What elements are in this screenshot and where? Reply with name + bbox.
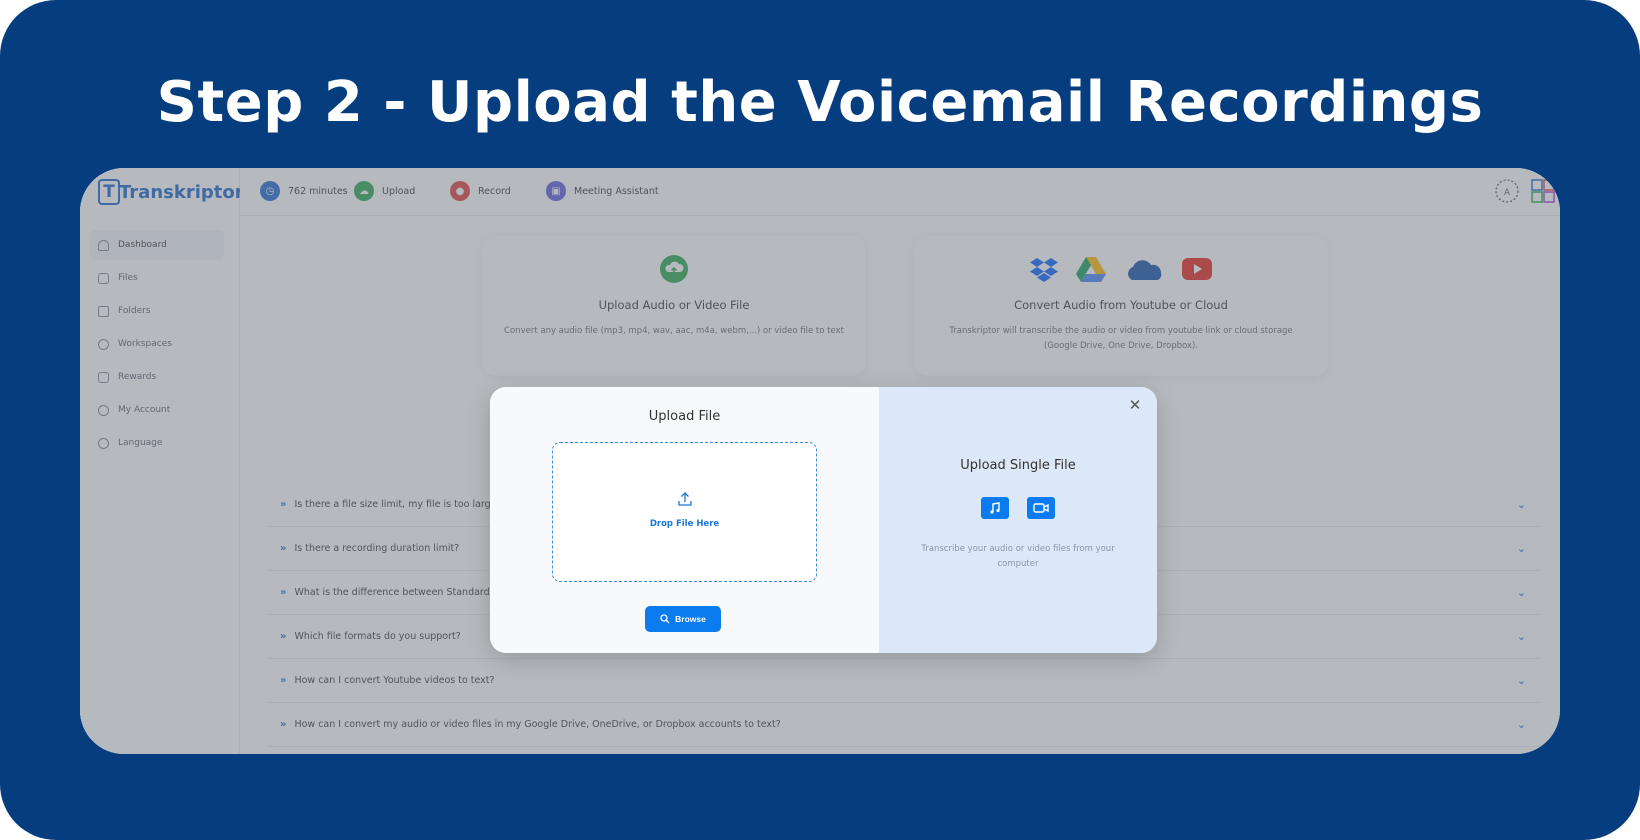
browse-label: Browse xyxy=(675,614,706,624)
browse-button[interactable]: Browse xyxy=(645,606,721,632)
slide-background: Step 2 - Upload the Voicemail Recordings… xyxy=(0,0,1640,840)
drop-zone[interactable]: Drop File Here xyxy=(552,442,817,582)
drop-file-label: Drop File Here xyxy=(649,519,720,529)
upload-panel: Upload File Drop File Here Browse xyxy=(490,387,879,653)
audio-file-icon xyxy=(981,497,1009,519)
search-icon xyxy=(660,614,670,624)
video-file-icon xyxy=(1027,497,1055,519)
slide-heading: Step 2 - Upload the Voicemail Recordings xyxy=(156,70,1484,135)
upload-info-panel: ✕ Upload Single File Transcribe your aud… xyxy=(879,387,1157,653)
app-screenshot: T Transkriptor Dashboard Files Folders xyxy=(80,168,1560,754)
upload-file-modal: Upload File Drop File Here Browse ✕ Uplo… xyxy=(490,387,1157,653)
modal-title: Upload File xyxy=(648,409,721,424)
close-icon[interactable]: ✕ xyxy=(1127,397,1143,413)
upload-single-file-description: Transcribe your audio or video files fro… xyxy=(921,544,1115,569)
upload-icon xyxy=(678,492,692,506)
file-type-icons xyxy=(981,497,1055,519)
upload-single-file-title: Upload Single File xyxy=(960,458,1076,473)
